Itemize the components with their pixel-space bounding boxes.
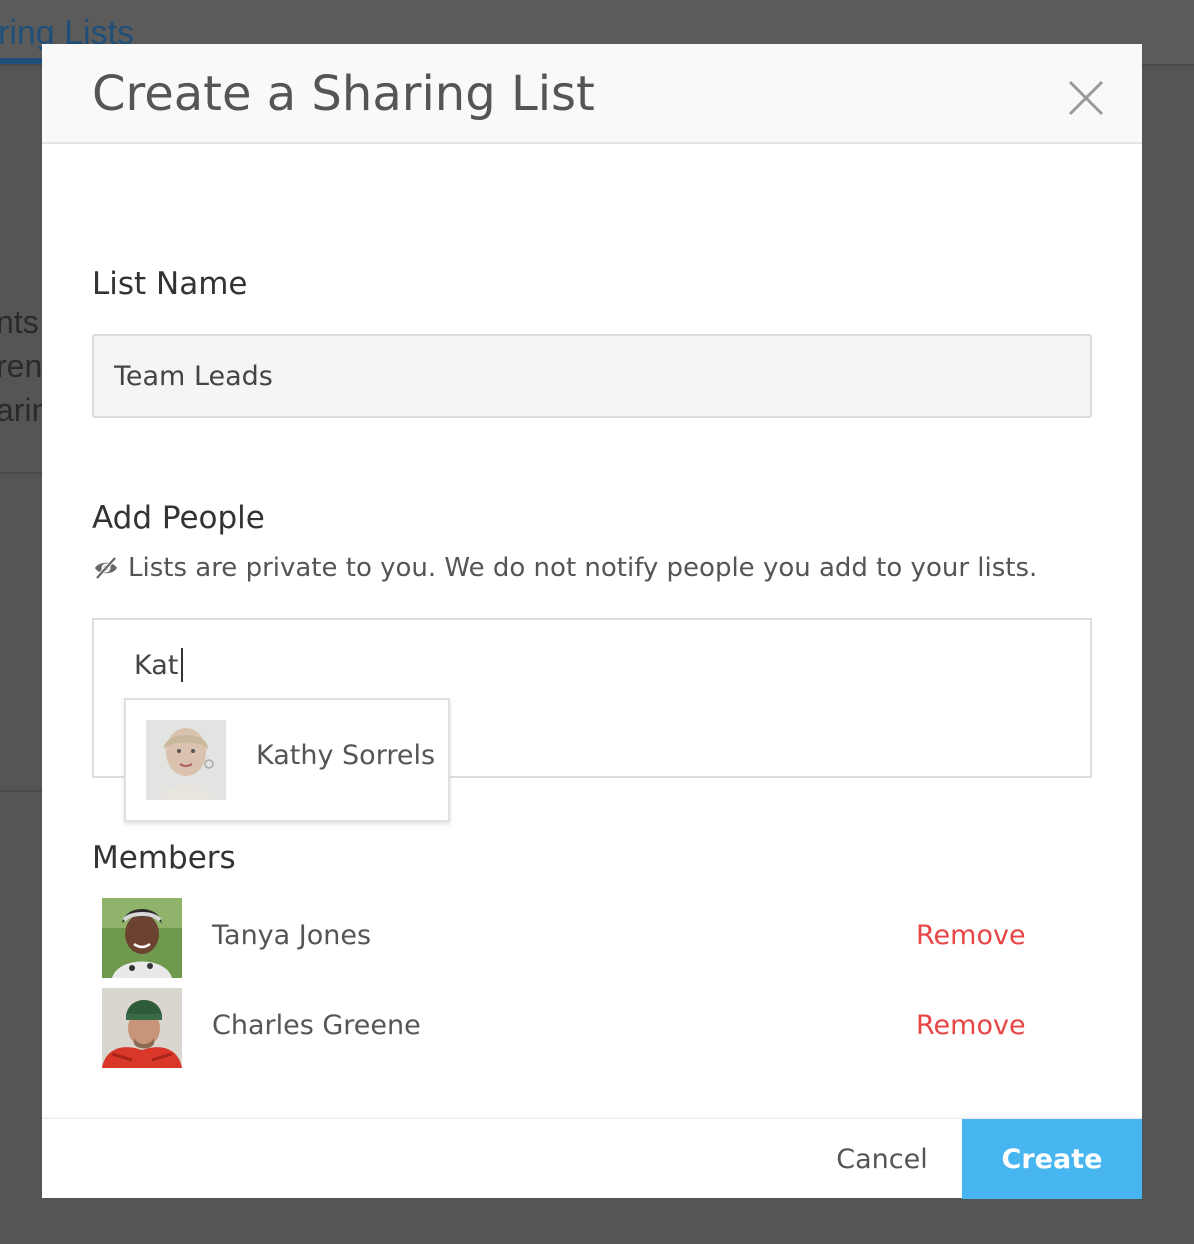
close-icon [1068, 80, 1104, 116]
eye-slash-icon [95, 556, 117, 580]
background-divider [0, 472, 42, 474]
remove-member-button[interactable]: Remove [916, 1010, 1026, 1041]
create-button[interactable]: Create [962, 1119, 1142, 1199]
people-suggestion-item[interactable]: Kathy Sorrels [124, 698, 450, 822]
text-caret [181, 648, 183, 682]
privacy-note: Lists are private to you. We do not noti… [92, 550, 1037, 586]
sharing-list-dialog: Create a Sharing List List Name Add Peop… [42, 44, 1142, 1199]
people-search-input[interactable] [134, 642, 734, 688]
add-people-label: Add People [92, 500, 265, 536]
background-divider [0, 790, 42, 792]
background-text-line: ren [0, 348, 43, 384]
dialog-footer: Cancel Create [42, 1118, 1142, 1199]
avatar [102, 898, 182, 978]
member-row: Tanya Jones Remove [102, 898, 1062, 978]
close-button[interactable] [1062, 74, 1110, 122]
suggestion-name: Kathy Sorrels [256, 740, 436, 771]
privacy-note-text: Lists are private to you. We do not noti… [128, 553, 1038, 583]
list-name-label: List Name [92, 266, 248, 302]
dialog-header: Create a Sharing List [42, 44, 1142, 144]
member-name: Charles Greene [212, 1010, 421, 1041]
members-label: Members [92, 840, 236, 876]
member-name: Tanya Jones [212, 920, 372, 951]
background-text-line: nts [0, 304, 39, 340]
cancel-button[interactable]: Cancel [802, 1119, 962, 1199]
avatar [102, 988, 182, 1068]
dialog-title: Create a Sharing List [92, 66, 595, 122]
member-row: Charles Greene Remove [102, 988, 1062, 1068]
remove-member-button[interactable]: Remove [916, 920, 1026, 951]
list-name-input[interactable] [92, 334, 1092, 418]
avatar [146, 720, 226, 800]
